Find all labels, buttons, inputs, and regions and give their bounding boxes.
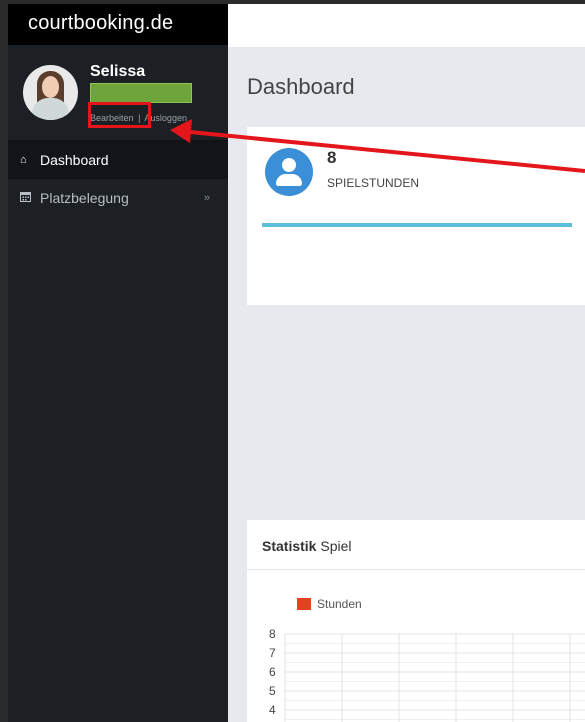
y-tick-label: 6 [269,665,276,679]
top-navbar [228,4,585,47]
home-icon: ⌂ [20,154,27,166]
sidebar-item-label: Dashboard [40,152,109,168]
page-title: Dashboard [247,74,355,99]
panel-title-rest: Spiel [316,538,352,554]
panel-title-bold: Statistik [262,538,317,554]
user-profile: Selissa Bearbeiten | Ausloggen [8,45,228,141]
profile-name: Selissa [90,63,146,80]
user-icon [265,148,313,196]
calendar-icon [20,191,40,205]
sidebar-item-platzbelegung[interactable]: Platzbelegung » [8,179,228,217]
redacted-block [90,83,192,103]
stat-value: 8 [327,148,337,167]
y-tick-label: 8 [269,627,276,641]
progress-fill [262,223,572,227]
progress-bar [262,223,572,227]
stat-label: SPIELSTUNDEN [327,176,420,190]
chevron-down-icon[interactable]: » [204,192,210,204]
app-window: courtbooking.de Selissa Bearbeiten | Aus… [8,4,585,722]
chart-area: 8 7 6 5 4 [269,627,585,722]
brand-logo[interactable]: courtbooking.de [8,4,228,45]
y-tick-label: 4 [269,703,276,717]
sidebar-item-label: Platzbelegung [40,190,129,206]
legend-label: Stunden [317,597,362,611]
annotation-highlight-box [88,102,151,128]
statistics-panel: Statistik Spiel Stunden 8 7 6 5 4 [247,520,585,722]
sidebar: courtbooking.de Selissa Bearbeiten | Aus… [8,4,228,722]
legend-swatch [297,598,311,610]
y-tick-label: 7 [269,646,276,660]
chart-legend[interactable]: Stunden [297,597,362,611]
stat-card: 8 SPIELSTUNDEN [247,127,585,305]
y-tick-label: 5 [269,684,276,698]
main-content: Dashboard 8 SPIELSTUNDEN Statistik Spiel… [228,4,585,722]
avatar[interactable] [23,65,78,120]
sidebar-item-dashboard[interactable]: ⌂ Dashboard [8,141,228,179]
panel-title: Statistik Spiel [247,520,585,570]
